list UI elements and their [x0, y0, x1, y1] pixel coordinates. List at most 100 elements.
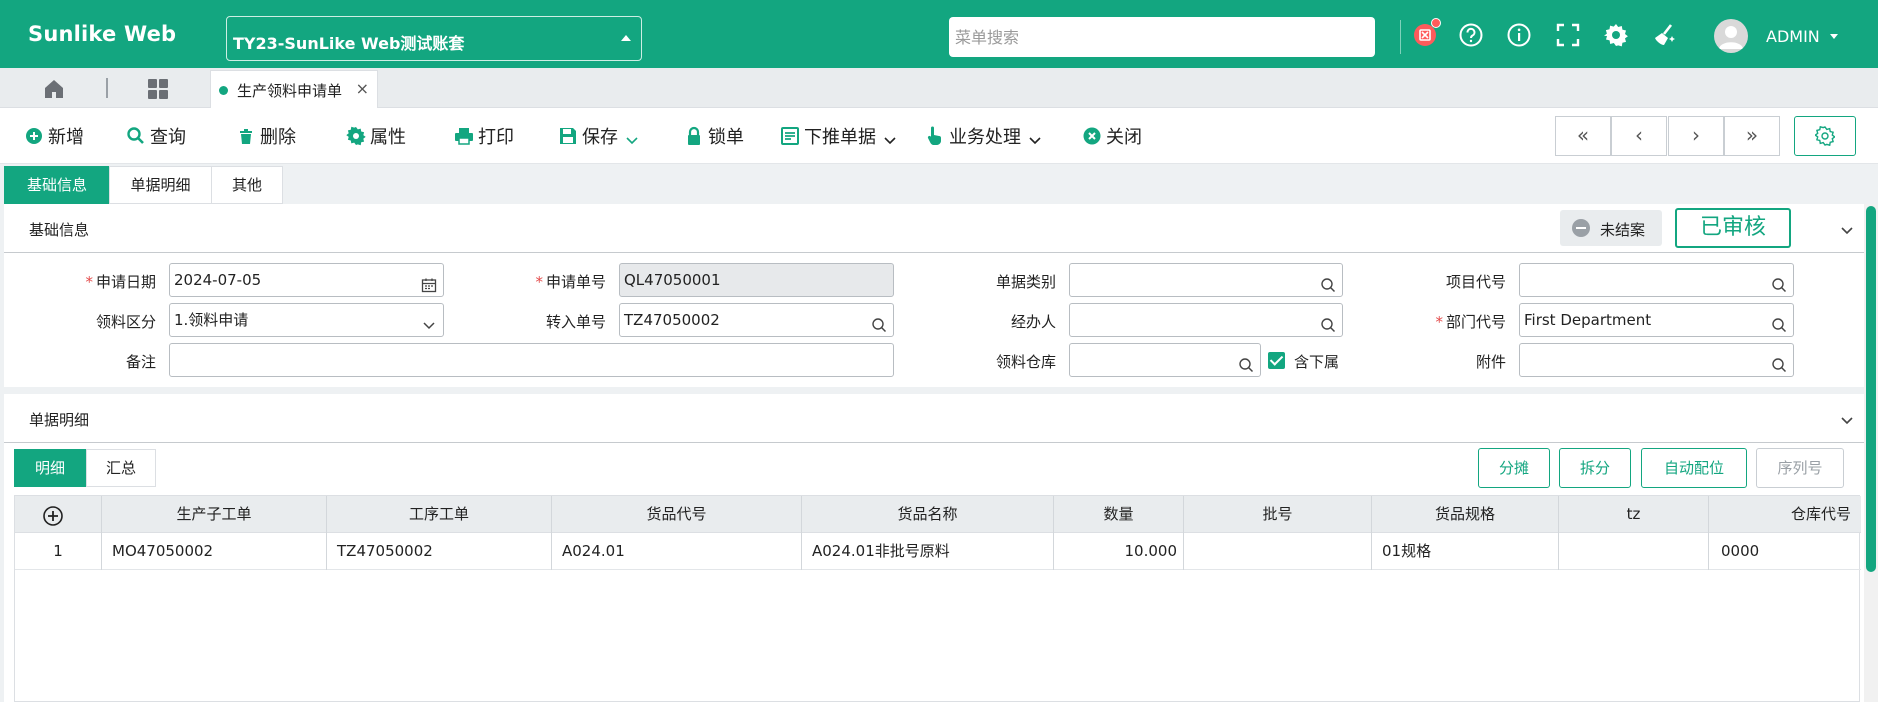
section-title: 基础信息 [29, 221, 90, 239]
info-icon[interactable] [1506, 22, 1532, 48]
trash-icon [236, 126, 256, 146]
add-row-cell[interactable] [15, 496, 102, 533]
plus-circle-icon[interactable] [42, 504, 64, 526]
warehouse-field[interactable] [1069, 343, 1261, 377]
user-name[interactable]: ADMIN [1766, 27, 1820, 46]
column-header[interactable]: 批号 [1184, 496, 1372, 533]
column-header[interactable]: 货品规格 [1372, 496, 1559, 533]
apps-grid-icon[interactable] [146, 77, 170, 101]
business-button[interactable]: 业务处理 [925, 124, 1041, 148]
lock-button[interactable]: 锁单 [684, 124, 744, 148]
fullscreen-icon[interactable] [1555, 22, 1581, 48]
allocate-button[interactable]: 分摊 [1478, 448, 1550, 488]
close-icon[interactable]: × [356, 79, 369, 98]
doc-type-label: 单据类别 [995, 273, 1056, 291]
auto-locate-button[interactable]: 自动配位 [1641, 448, 1747, 488]
tab-other[interactable]: 其他 [211, 166, 283, 204]
table-cell[interactable]: 0000 [1709, 533, 1861, 570]
search-icon[interactable] [1771, 352, 1787, 373]
apply-date-field[interactable]: 2024-07-05 [169, 263, 444, 297]
column-header[interactable]: tz [1559, 496, 1709, 533]
tab-basic-info[interactable]: 基础信息 [4, 166, 110, 204]
delete-button[interactable]: 删除 [236, 124, 296, 148]
row-number: 1 [15, 533, 102, 570]
search-icon[interactable] [1238, 352, 1254, 373]
chevron-down-icon[interactable] [626, 130, 638, 145]
column-header[interactable]: 货品代号 [552, 496, 802, 533]
column-header[interactable]: 仓库代号 [1709, 496, 1861, 533]
scrollbar-thumb[interactable] [1866, 206, 1876, 572]
settings-button[interactable] [1794, 116, 1856, 156]
table-cell[interactable]: MO47050002 [102, 533, 327, 570]
table-cell[interactable]: A024.01非批号原料 [802, 533, 1054, 570]
serial-number-button[interactable]: 序列号 [1756, 448, 1844, 488]
query-button[interactable]: 查询 [126, 124, 186, 148]
divider [106, 78, 108, 98]
chevron-down-icon[interactable] [421, 312, 437, 330]
search-icon[interactable] [1771, 312, 1787, 333]
save-button[interactable]: 保存 [558, 124, 638, 148]
handler-field[interactable] [1069, 303, 1343, 337]
table-cell[interactable]: A024.01 [552, 533, 802, 570]
clean-icon[interactable] [1652, 22, 1678, 48]
search-icon[interactable] [1320, 312, 1336, 333]
split-button[interactable]: 拆分 [1559, 448, 1631, 488]
account-name: TY23-SunLike Web测试账套 [233, 34, 465, 53]
column-header[interactable]: 数量 [1054, 496, 1184, 533]
collapse-chevron-icon[interactable] [1840, 222, 1854, 236]
chevron-down-icon[interactable] [1830, 34, 1838, 39]
doc-type-field[interactable] [1069, 263, 1343, 297]
subtab-detail[interactable]: 明细 [14, 449, 86, 487]
table-cell[interactable]: 10.000 [1054, 533, 1184, 570]
subtab-summary[interactable]: 汇总 [86, 449, 156, 487]
collapse-chevron-icon[interactable] [1840, 412, 1854, 426]
printer-icon [454, 126, 474, 146]
home-icon[interactable] [42, 77, 66, 101]
push-down-button[interactable]: 下推单据 [780, 124, 896, 148]
chevron-down-icon[interactable] [1029, 130, 1041, 145]
vertical-scrollbar[interactable] [1864, 204, 1878, 702]
attachment-label: 附件 [1475, 353, 1506, 371]
attachment-field[interactable] [1519, 343, 1794, 377]
search-icon[interactable] [1320, 272, 1336, 293]
close-button[interactable]: 关闭 [1082, 124, 1142, 148]
column-header[interactable]: 生产子工单 [102, 496, 327, 533]
next-record-button[interactable]: › [1668, 116, 1724, 156]
last-record-button[interactable]: » [1724, 116, 1780, 156]
remark-field[interactable] [169, 343, 894, 377]
print-button[interactable]: 打印 [454, 124, 514, 148]
search-icon[interactable] [871, 312, 887, 333]
plus-circle-icon [24, 126, 44, 146]
close-circle-icon [1082, 126, 1102, 146]
properties-button[interactable]: 属性 [346, 124, 406, 148]
table-cell[interactable]: 01规格 [1372, 533, 1559, 570]
detail-grid: 生产子工单 工序工单 货品代号 货品名称 数量 批号 货品规格 tz 仓库代号 … [14, 495, 1861, 702]
include-sub-checkbox[interactable] [1268, 352, 1285, 369]
table-cell[interactable]: TZ47050002 [327, 533, 552, 570]
dept-code-field[interactable]: First Department [1519, 303, 1794, 337]
tab-production-requisition[interactable]: 生产领料申请单 × [210, 70, 378, 108]
table-cell[interactable] [1184, 533, 1372, 570]
menu-search-input[interactable] [949, 17, 1375, 57]
settings-icon[interactable] [1603, 22, 1629, 48]
column-header[interactable]: 工序工单 [327, 496, 552, 533]
column-header[interactable]: 货品名称 [802, 496, 1054, 533]
avatar[interactable] [1714, 19, 1748, 53]
new-button[interactable]: 新增 [24, 124, 84, 148]
first-record-button[interactable]: « [1555, 116, 1611, 156]
divider [4, 252, 1864, 253]
account-selector[interactable]: TY23-SunLike Web测试账套 [226, 16, 642, 61]
search-icon[interactable] [1771, 272, 1787, 293]
tab-detail[interactable]: 单据明细 [109, 166, 212, 204]
help-icon[interactable] [1458, 22, 1484, 48]
chevron-down-icon[interactable] [884, 130, 896, 145]
calendar-icon[interactable] [421, 272, 437, 293]
transfer-no-field[interactable]: TZ47050002 [619, 303, 894, 337]
pick-type-select[interactable]: 1.领料申请 [169, 303, 444, 337]
prev-record-button[interactable]: ‹ [1611, 116, 1667, 156]
table-row[interactable]: 1 MO47050002 TZ47050002 A024.01 A024.01非… [15, 533, 1861, 570]
dept-code-value: First Department [1524, 311, 1652, 329]
project-code-field[interactable] [1519, 263, 1794, 297]
notification-icon[interactable] [1412, 18, 1441, 48]
table-cell[interactable] [1559, 533, 1709, 570]
